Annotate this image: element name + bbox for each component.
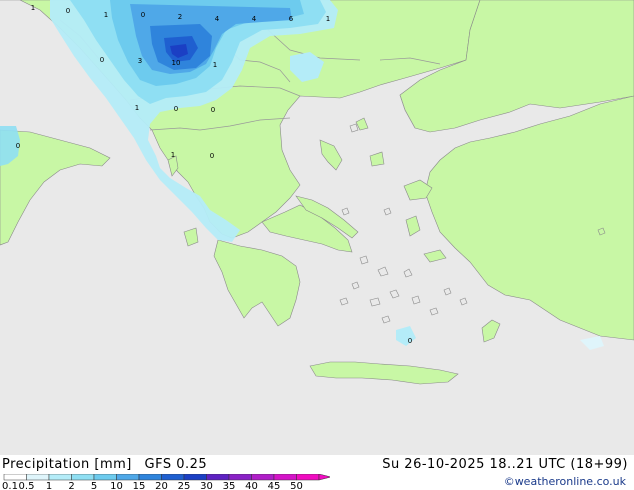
legend-label: 50	[290, 481, 303, 490]
legend-color-swatch	[71, 474, 95, 481]
precipitation-value: 0	[100, 56, 104, 64]
precipitation-value: 3	[138, 57, 142, 65]
legend-label: 0.5	[19, 481, 35, 490]
legend-label: 35	[223, 481, 236, 490]
precipitation-value: 4	[252, 15, 257, 23]
legend-color-swatch	[138, 474, 162, 481]
map-title: Precipitation [mm] GFS 0.25	[2, 457, 207, 472]
legend-label: 2	[68, 481, 74, 490]
legend-arrow	[318, 474, 330, 481]
precipitation-value: 1	[213, 61, 217, 69]
legend-label: 45	[268, 481, 281, 490]
valid-datetime: Su 26-10-2025 18..21 UTC (18+99)	[382, 457, 628, 472]
legend-color-swatch	[93, 474, 117, 481]
legend-label: 20	[155, 481, 168, 490]
legend-color-swatch	[48, 474, 72, 481]
map-footer: Precipitation [mm] GFS 0.25 Su 26-10-202…	[0, 455, 634, 490]
legend-color-swatch	[3, 474, 27, 481]
legend-label: 25	[178, 481, 191, 490]
legend-color-swatch	[26, 474, 50, 481]
legend-color-swatch	[296, 474, 320, 481]
legend-label: 1	[46, 481, 52, 490]
model-name: GFS 0.25	[144, 457, 208, 472]
legend-label: 40	[245, 481, 258, 490]
legend-color-swatch	[183, 474, 207, 481]
precipitation-value: 1	[171, 151, 175, 159]
legend-color-swatch	[273, 474, 297, 481]
product-title: Precipitation [mm]	[2, 457, 132, 472]
credit-link[interactable]: ©weatheronline.co.uk	[504, 475, 626, 488]
precipitation-value: 0	[408, 337, 412, 345]
precipitation-value: 0	[141, 11, 145, 19]
legend-color-swatch	[116, 474, 140, 481]
precipitation-value: 0	[16, 142, 20, 150]
legend-color-swatch	[251, 474, 275, 481]
legend-color-swatch	[206, 474, 230, 481]
precipitation-value: 1	[135, 104, 139, 112]
precipitation-value: 0	[174, 105, 178, 113]
precipitation-value: 1	[31, 4, 35, 12]
precipitation-value: 0	[66, 7, 70, 15]
legend-color-swatch	[161, 474, 185, 481]
color-scale-legend: 0.1 0.5 1 2 5 10 15 20 25 30 35 40 45 50	[2, 474, 330, 490]
precipitation-value: 10	[172, 59, 181, 67]
precipitation-map: 1 0 1 0 2 4 4 6 10 3 10 11 0 001 00	[0, 0, 634, 455]
precipitation-value: 4	[215, 15, 220, 23]
precipitation-value: 6	[289, 15, 294, 23]
precipitation-value: 0	[211, 106, 215, 114]
legend-label: 0.1	[2, 481, 18, 490]
legend-label: 5	[91, 481, 97, 490]
legend-color-swatch	[228, 474, 252, 481]
legend-label: 30	[200, 481, 213, 490]
precipitation-value: 0	[210, 152, 214, 160]
precipitation-value: 1	[326, 15, 330, 23]
precipitation-value: 2	[178, 13, 182, 21]
legend-label: 10	[110, 481, 123, 490]
precipitation-value: 1	[104, 11, 108, 19]
legend-label: 15	[133, 481, 146, 490]
